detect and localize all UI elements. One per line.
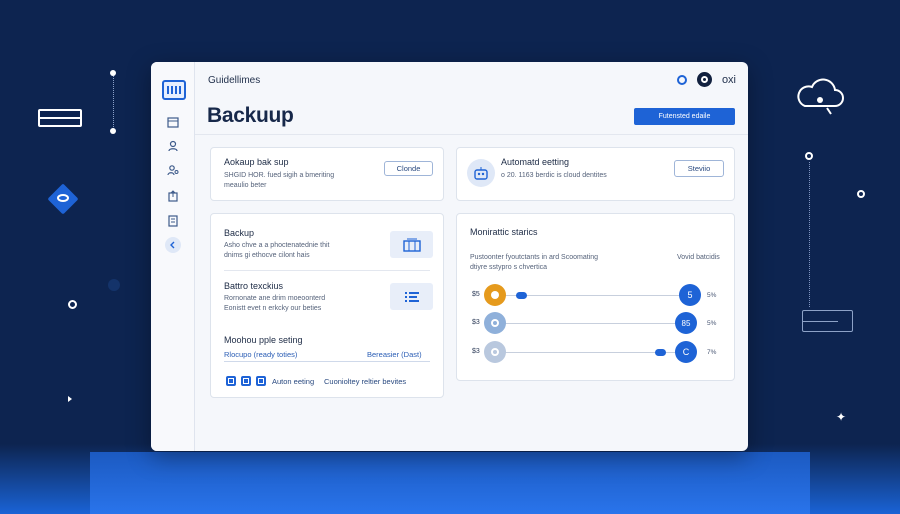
person-gear-icon[interactable] — [165, 162, 181, 178]
dotted-line — [809, 162, 810, 307]
row-pct: 5% — [707, 292, 717, 299]
item-desc: Eonistt evet n erkcky our beties — [224, 305, 322, 312]
card-title: Aokaup bak sup — [224, 157, 289, 167]
automated-card: Automatd eetting o 20. 1163 berdic is cl… — [456, 147, 735, 201]
header-text: oxi — [721, 73, 736, 86]
page-title: Backuup — [207, 104, 294, 127]
status-icon[interactable] — [676, 74, 687, 85]
app-window: Guidellimes Backuup oxi Futensted edaile… — [151, 62, 748, 451]
card-desc: dtiyre sstypro s chvertica — [470, 264, 548, 271]
row-pct: 5% — [707, 320, 717, 327]
document-icon[interactable] — [165, 213, 181, 229]
robot-icon — [467, 159, 495, 187]
row-currency: $3 — [472, 319, 480, 326]
card-desc: meaulio beter — [224, 182, 267, 189]
slider-start-knob[interactable] — [484, 284, 506, 306]
separator — [224, 361, 430, 362]
cloud-icon — [793, 78, 847, 118]
user-icon[interactable] — [165, 138, 181, 154]
header-divider — [195, 134, 748, 135]
server-icon — [38, 109, 82, 127]
brand-label: Guidellimes — [208, 75, 261, 86]
node-dot — [68, 300, 77, 309]
header-icons: oxi — [676, 72, 736, 87]
drive-icon — [802, 310, 853, 332]
slider-track — [495, 323, 689, 324]
card-desc: SHGID HOR. fued sigih a bmeriting — [224, 172, 335, 179]
slider-handle[interactable] — [655, 349, 666, 356]
bereasier-link[interactable]: Bereasier (Dast) — [367, 350, 422, 359]
bottom-band — [90, 452, 810, 514]
slider-start-knob[interactable] — [484, 312, 506, 334]
item-desc: Asho chve a a phoctenatednie thit — [224, 242, 330, 249]
steviio-button[interactable]: Steviio — [674, 160, 724, 177]
checkbox[interactable] — [256, 376, 266, 386]
restore-link[interactable]: Rlocupo (ready toties) — [224, 350, 297, 359]
node-dot — [857, 190, 865, 198]
clonde-button[interactable]: Clonde — [384, 161, 433, 176]
card-desc: Pustoonter fyoutctants in ard Scoomating — [470, 254, 599, 261]
value-knob[interactable]: C — [675, 341, 697, 363]
checkbox-label: Cuonioltey reltier bevites — [324, 377, 407, 386]
header-button[interactable]: Futensted edaile — [634, 108, 735, 125]
item-desc: dnims gi ethocve cilont hais — [224, 252, 310, 259]
slider-start-knob[interactable] — [484, 341, 506, 363]
row-pct: 7% — [707, 349, 717, 356]
checkbox-label: Auton eeting — [272, 377, 315, 386]
slider-handle[interactable] — [516, 292, 527, 299]
side-label: Vovid batcidis — [677, 254, 720, 261]
card-desc: o 20. 1163 berdic is cloud dentites — [501, 172, 607, 179]
node-dot — [110, 70, 116, 76]
calendar-icon[interactable] — [165, 114, 181, 130]
building-icon[interactable] — [390, 231, 433, 258]
backup-card: Aokaup bak sup SHGID HOR. fued sigih a b… — [210, 147, 444, 201]
stats-card: Monirattic starics Pustoonter fyoutctant… — [456, 213, 735, 381]
checkbox[interactable] — [241, 376, 251, 386]
sparkle-icon: ✦ — [836, 410, 847, 424]
item-title: Backup — [224, 228, 255, 238]
value-knob[interactable]: 85 — [675, 312, 697, 334]
play-icon — [68, 396, 72, 402]
share-icon[interactable] — [165, 188, 181, 204]
separator — [224, 270, 430, 271]
sidebar — [151, 62, 195, 451]
account-icon[interactable] — [696, 72, 712, 87]
item-title: Battro texckius — [224, 281, 284, 291]
node-dot — [110, 128, 116, 134]
checkbox[interactable] — [226, 376, 236, 386]
chevron-left-icon[interactable] — [165, 237, 181, 253]
blur-dot — [108, 279, 120, 291]
backup-list-card: Backup Asho chve a a phoctenatednie thit… — [210, 213, 444, 398]
card-title: Monirattic starics — [470, 227, 538, 237]
row-currency: $5 — [472, 291, 480, 298]
node-dot — [805, 152, 813, 160]
row-currency: $3 — [472, 348, 480, 355]
item-desc: Rornonate ane drim moeoonterd — [224, 295, 326, 302]
app-logo[interactable] — [162, 80, 186, 100]
dotted-line — [113, 73, 114, 131]
value-knob[interactable]: 5 — [679, 284, 701, 306]
list-icon[interactable] — [390, 283, 433, 310]
card-title: Automatd eetting — [501, 157, 570, 167]
item-title: Moohou pple seting — [224, 335, 303, 345]
eye-icon — [57, 194, 69, 202]
